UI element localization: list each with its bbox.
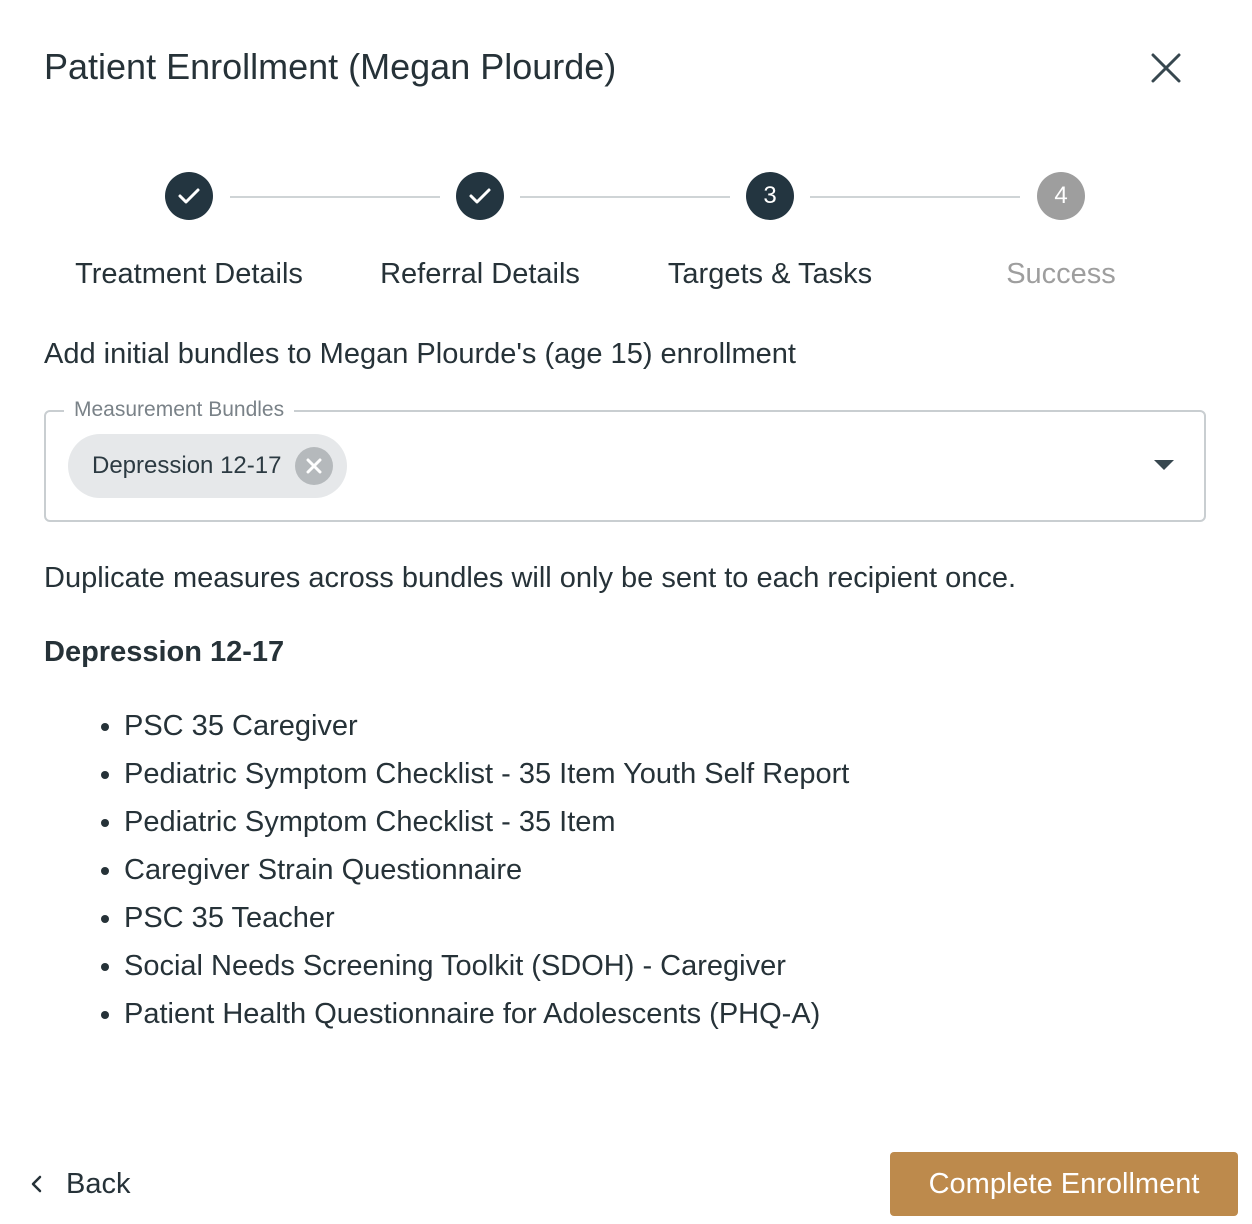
close-icon — [1151, 53, 1181, 83]
chip-label: Depression 12-17 — [92, 452, 282, 479]
close-button[interactable] — [1144, 46, 1188, 90]
select-label: Measurement Bundles — [64, 397, 295, 423]
list-item: Pediatric Symptom Checklist - 35 Item Yo… — [124, 750, 849, 798]
list-item: Patient Health Questionnaire for Adolesc… — [124, 990, 849, 1038]
measurement-bundles-select[interactable]: Measurement Bundles Depression 12-17 — [44, 397, 1206, 522]
dialog-title: Patient Enrollment (Megan Plourde) — [44, 46, 617, 87]
step-label-referral-details: Referral Details — [380, 258, 580, 290]
list-item: PSC 35 Caregiver — [124, 702, 849, 750]
step-1-complete — [165, 172, 213, 220]
back-label: Back — [66, 1167, 131, 1200]
cancel-circle-icon — [306, 458, 322, 474]
check-icon — [178, 188, 200, 204]
caret-down-icon[interactable] — [1152, 458, 1176, 472]
check-icon — [469, 188, 491, 204]
list-item: Caregiver Strain Questionnaire — [124, 846, 849, 894]
step-label-success: Success — [1006, 258, 1116, 290]
bundle-heading: Depression 12-17 — [44, 636, 285, 668]
measure-list: PSC 35 Caregiver Pediatric Symptom Check… — [44, 702, 849, 1038]
step-connector — [810, 196, 1020, 198]
intro-text: Add initial bundles to Megan Plourde's (… — [44, 338, 796, 370]
step-2-complete — [456, 172, 504, 220]
step-label-targets-tasks: Targets & Tasks — [667, 258, 873, 290]
chip-remove-button[interactable] — [295, 447, 334, 485]
complete-enrollment-button[interactable]: Complete Enrollment — [890, 1152, 1238, 1216]
chevron-left-icon — [30, 1174, 42, 1194]
back-button[interactable]: Back — [30, 1160, 130, 1208]
bundle-chip: Depression 12-17 — [68, 434, 348, 498]
step-3-number: 3 — [746, 172, 794, 220]
list-item: PSC 35 Teacher — [124, 894, 849, 942]
step-label-treatment-details: Treatment Details — [75, 258, 303, 290]
step-connector — [230, 196, 440, 198]
step-connector — [520, 196, 730, 198]
duplicate-note: Duplicate measures across bundles will o… — [44, 562, 1017, 594]
step-4-number: 4 — [1037, 172, 1085, 220]
list-item: Pediatric Symptom Checklist - 35 Item — [124, 798, 849, 846]
list-item: Social Needs Screening Toolkit (SDOH) - … — [124, 942, 849, 990]
